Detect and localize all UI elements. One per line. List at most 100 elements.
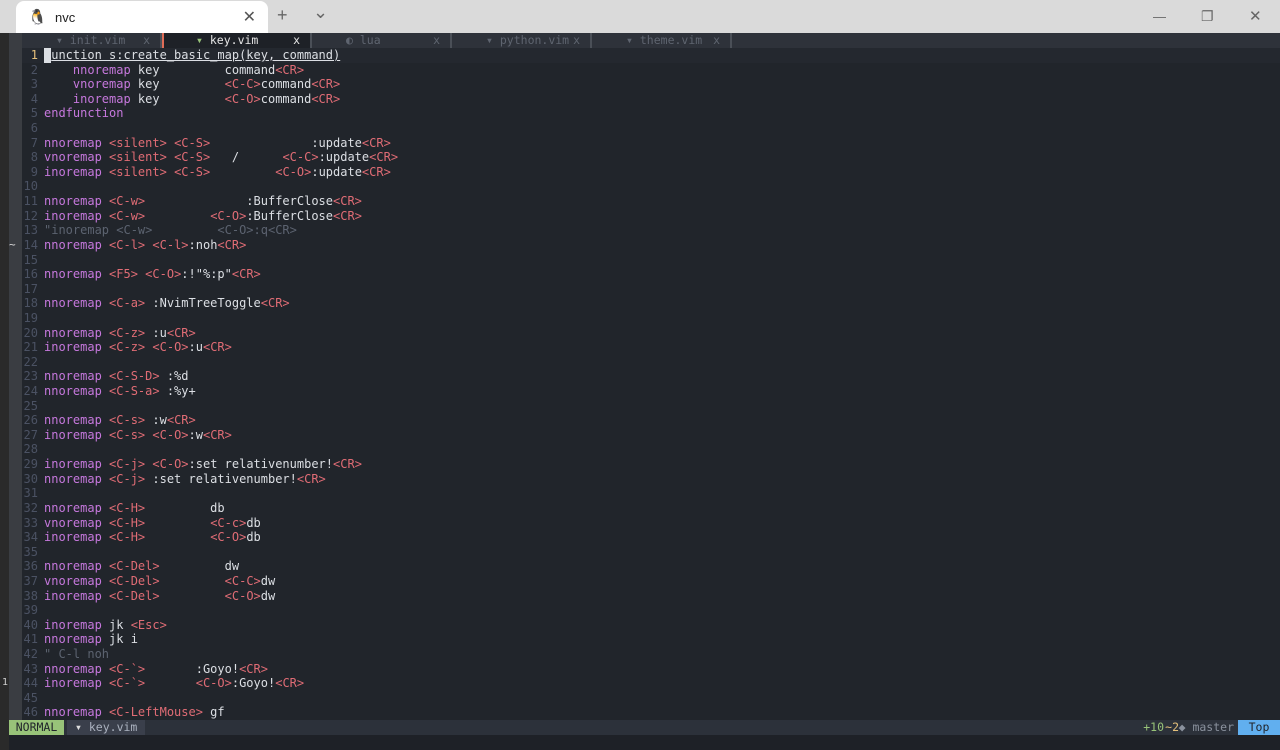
code-line: 12 inoremap <C-w> <C-O>:BufferClose <CR> xyxy=(22,209,1280,224)
code-token: <C-S-D> xyxy=(109,369,160,384)
line-number: 46 xyxy=(23,705,38,720)
code-line: 44 inoremap <C-`> <C-O>:Goyo! <CR> xyxy=(22,676,1280,691)
code-token: <CR> xyxy=(361,135,391,150)
close-button[interactable]: ✕ xyxy=(1249,7,1262,25)
buffer-close-icon[interactable]: x xyxy=(573,33,580,48)
code-token: <C-`> xyxy=(109,676,146,691)
vim-file-icon: ▾ xyxy=(75,720,82,734)
code-line: 7 nnoremap <silent> <C-S> :update <CR> xyxy=(22,136,1280,151)
gutter-one: 1 xyxy=(2,677,9,688)
code-token: :Goyo! xyxy=(145,661,240,676)
code-token: <silent> xyxy=(109,164,167,179)
code-token: :set relativenumber! xyxy=(188,457,334,472)
code-token: <CR> xyxy=(311,91,341,106)
code-token: nnoremap xyxy=(72,62,131,77)
code-token: <C-H> xyxy=(109,530,146,545)
code-token: <C-j> xyxy=(109,471,146,486)
line-number: 27 xyxy=(23,427,38,442)
code-line: 10 xyxy=(22,179,1280,194)
code-token: inoremap xyxy=(72,91,131,106)
code-token: nnoremap xyxy=(44,296,102,311)
code-token: command xyxy=(260,77,312,92)
code-token: <C-S-a> xyxy=(109,384,160,399)
code-editor[interactable]: 1 unction s:create_basic_map(key, comman… xyxy=(22,48,1280,720)
buffer-tab[interactable]: ◐ lua x xyxy=(312,33,452,48)
line-number: 2 xyxy=(30,62,38,77)
code-line: 30 nnoremap <C-j> :set relativenumber! <CR… xyxy=(22,472,1280,487)
window-tab[interactable]: 🐧 nvc ✕ xyxy=(16,1,268,33)
code-token: nnoremap xyxy=(44,661,102,676)
line-number: 5 xyxy=(30,106,38,121)
buffer-close-icon[interactable]: x xyxy=(713,33,720,48)
code-token: <CR> xyxy=(369,150,399,165)
gutter-tilde: ~ xyxy=(9,238,16,251)
code-token: dw xyxy=(260,588,276,603)
line-number: 35 xyxy=(23,544,38,559)
code-line: 26 nnoremap <C-s> :w <CR> xyxy=(22,413,1280,428)
code-token: <C-C> xyxy=(224,77,261,92)
code-line: 4 inoremap key <C-O> command <CR> xyxy=(22,92,1280,107)
line-number: 36 xyxy=(23,559,38,574)
code-token: <CR> xyxy=(217,237,247,252)
minimize-button[interactable]: — xyxy=(1153,9,1166,24)
code-line: 38 inoremap <C-Del> <C-O> dw xyxy=(22,589,1280,604)
code-token: <C-z> xyxy=(109,325,146,340)
buffer-tab[interactable]: ▾ init.vim x xyxy=(22,33,162,48)
code-token: nnoremap xyxy=(44,413,102,428)
code-token: :noh xyxy=(188,237,218,252)
buffer-tab[interactable]: ▾ python.vim x xyxy=(452,33,592,48)
code-token: inoremap xyxy=(44,457,102,472)
code-token: key xyxy=(130,77,225,92)
line-number: 39 xyxy=(23,603,38,618)
tab-dropdown-button[interactable]: ⌄ xyxy=(313,2,328,23)
code-token: <CR> xyxy=(202,340,232,355)
code-token: <silent> xyxy=(109,150,167,165)
buffer-close-icon[interactable]: x xyxy=(293,33,300,48)
buffer-tab[interactable]: ▾ key.vim x xyxy=(162,33,312,48)
code-token: nnoremap xyxy=(44,194,102,209)
code-token: <silent> xyxy=(109,135,167,150)
buffer-close-icon[interactable]: x xyxy=(143,33,150,48)
line-number: 31 xyxy=(23,486,38,501)
git-branch-icon: ◆ xyxy=(1178,720,1186,734)
code-line: 40 inoremap jk <Esc> xyxy=(22,618,1280,633)
code-token: key xyxy=(130,91,225,106)
code-token: nnoremap xyxy=(44,369,102,384)
code-token: <CR> xyxy=(333,208,362,223)
code-token: vnoremap xyxy=(44,150,102,165)
code-token: vnoremap xyxy=(72,77,131,92)
tab-close-icon[interactable]: ✕ xyxy=(243,7,256,27)
maximize-button[interactable]: ❐ xyxy=(1201,8,1214,25)
git-modified-count: ~2 xyxy=(1165,720,1179,734)
line-number: 28 xyxy=(23,442,38,457)
git-added-count: +10 xyxy=(1143,720,1164,734)
line-number: 23 xyxy=(23,369,38,384)
file-icon: ▾ xyxy=(196,33,203,47)
line-number: 17 xyxy=(23,281,38,296)
line-number: 8 xyxy=(30,150,38,165)
code-token: <C-a> xyxy=(109,296,146,311)
line-number: 37 xyxy=(23,573,38,588)
code-line: 17 xyxy=(22,282,1280,297)
line-number: 38 xyxy=(23,588,38,603)
new-tab-button[interactable]: + xyxy=(277,5,288,26)
code-token: :BufferClose xyxy=(145,194,333,209)
code-token: <CR> xyxy=(260,296,290,311)
code-token: <C-c> xyxy=(210,515,247,530)
code-line: 29 inoremap <C-j> <C-O>:set relativenumbe… xyxy=(22,457,1280,472)
code-token: <CR> xyxy=(361,164,391,179)
line-number: 43 xyxy=(23,661,38,676)
branch-name: master xyxy=(1192,720,1234,734)
buffer-close-icon[interactable]: x xyxy=(433,33,440,48)
file-icon: ▾ xyxy=(486,33,493,47)
code-token: <C-H> xyxy=(109,515,146,530)
buffer-tab[interactable]: ▾ theme.vim x xyxy=(592,33,732,48)
